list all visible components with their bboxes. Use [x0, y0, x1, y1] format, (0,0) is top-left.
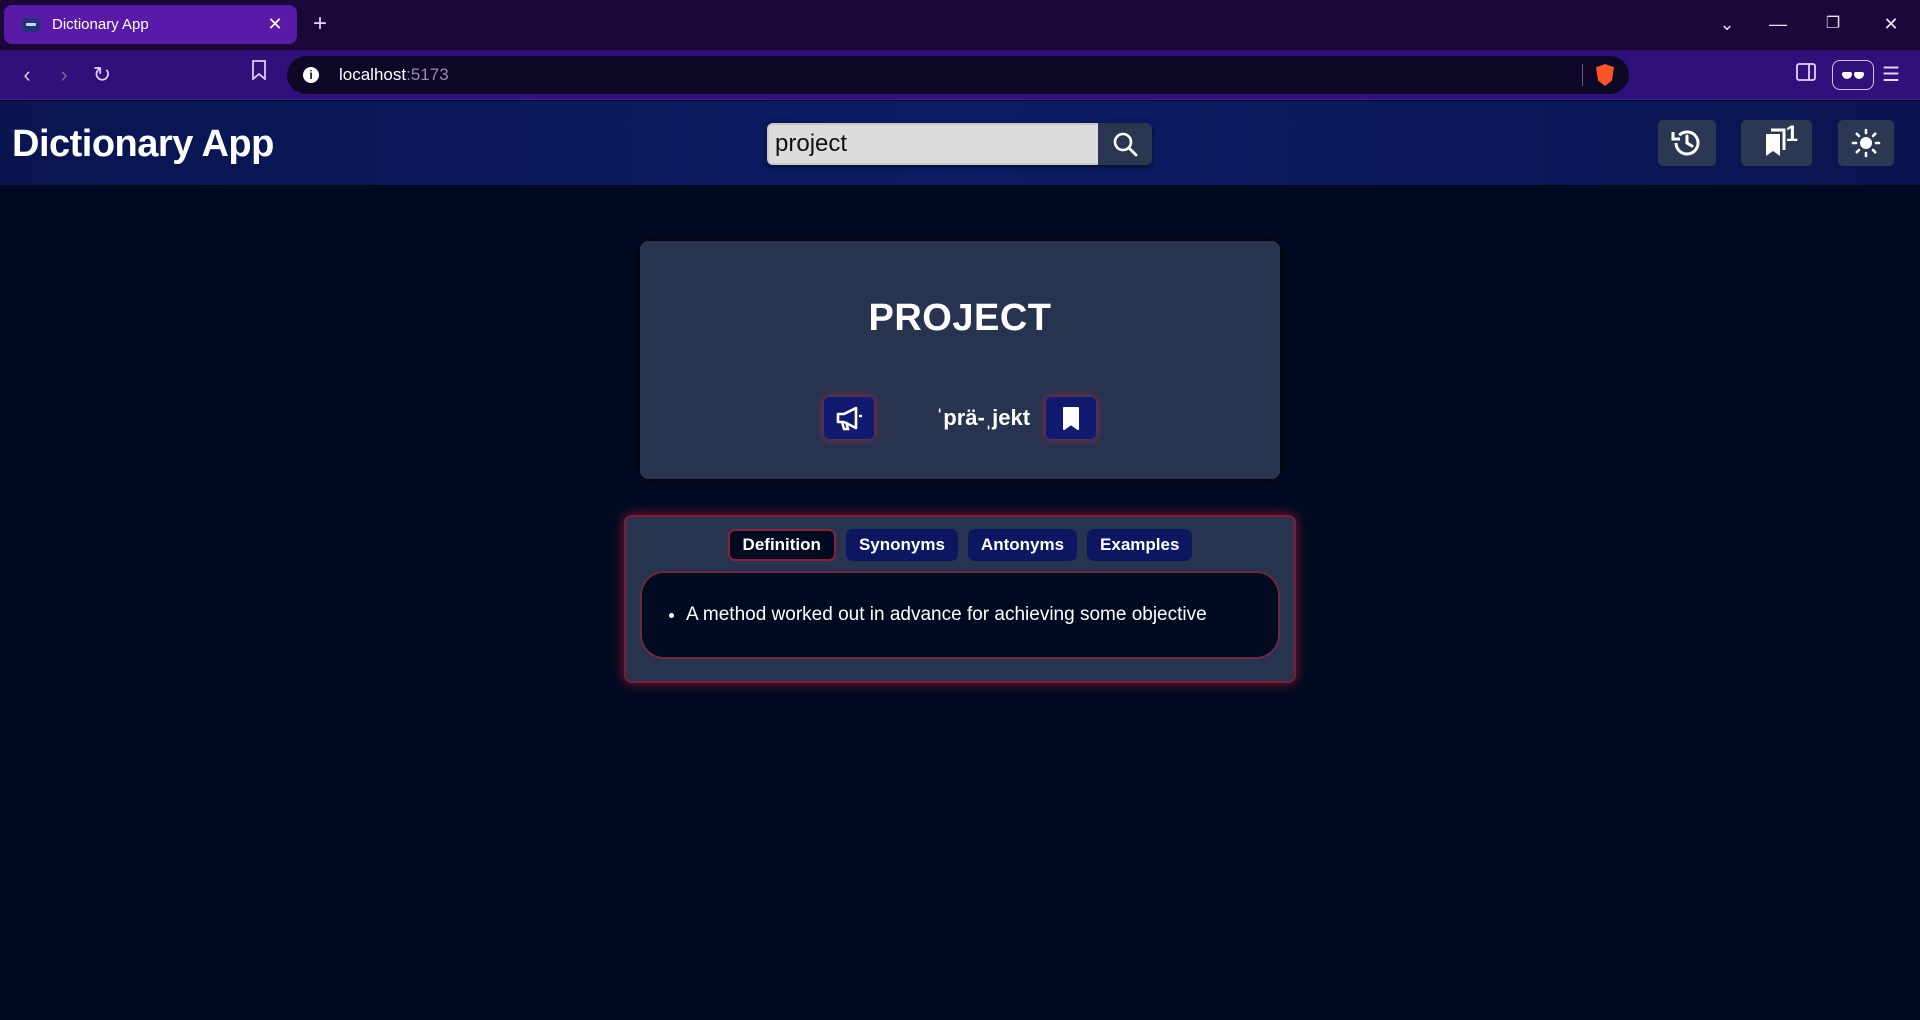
- pronounce-button[interactable]: [824, 397, 874, 439]
- sun-icon: [1851, 128, 1881, 158]
- tab-search-icon[interactable]: ⌄: [1712, 11, 1742, 37]
- favicon-icon: [22, 17, 40, 32]
- word-title: PROJECT: [868, 297, 1052, 339]
- restore-icon[interactable]: ❐: [1818, 11, 1848, 37]
- app-header: Dictionary App 1: [0, 101, 1920, 185]
- site-info-icon[interactable]: i: [303, 67, 319, 83]
- bookmark-count-badge: 1: [1785, 121, 1798, 146]
- tab-synonyms[interactable]: Synonyms: [845, 529, 958, 561]
- browser-tab[interactable]: Dictionary App ✕: [4, 5, 297, 44]
- minimize-icon[interactable]: —: [1763, 11, 1793, 37]
- app-title: Dictionary App: [12, 123, 274, 165]
- definition-list: A method worked out in advance for achie…: [686, 604, 1207, 626]
- window-close-icon[interactable]: ✕: [1876, 11, 1906, 37]
- close-tab-icon[interactable]: ✕: [265, 14, 285, 35]
- reload-icon[interactable]: ↻: [88, 62, 116, 88]
- back-icon[interactable]: ‹: [13, 62, 41, 88]
- url-divider: [1582, 64, 1583, 86]
- history-button[interactable]: [1658, 120, 1716, 166]
- private-window-icon[interactable]: [1832, 60, 1874, 90]
- meaning-panel: Definition Synonyms Antonyms Examples A …: [624, 515, 1296, 683]
- bookmark-word-button[interactable]: [1046, 397, 1096, 439]
- word-card: PROJECT ˈprä-ˌjekt: [640, 241, 1280, 479]
- search-input[interactable]: [767, 123, 1098, 165]
- bookmark-page-icon[interactable]: [245, 60, 273, 86]
- search-icon: [1113, 132, 1138, 157]
- tab-title: Dictionary App: [52, 16, 149, 33]
- definition-content: A method worked out in advance for achie…: [640, 571, 1280, 659]
- address-bar[interactable]: i localhost:5173: [287, 56, 1629, 94]
- phonetic-text: ˈprä-ˌjekt: [935, 405, 1031, 430]
- browser-toolbar: ‹ › ↻ i localhost:5173 ☰: [0, 50, 1920, 100]
- theme-toggle-button[interactable]: [1838, 120, 1894, 166]
- bookmarks-button[interactable]: 1: [1741, 120, 1812, 166]
- url-host: localhost: [339, 65, 407, 84]
- megaphone-icon: [836, 406, 862, 431]
- definition-item: A method worked out in advance for achie…: [686, 604, 1207, 626]
- new-tab-icon[interactable]: +: [313, 11, 327, 37]
- sidebar-icon[interactable]: [1796, 62, 1816, 88]
- history-icon: [1671, 130, 1700, 156]
- tab-definition[interactable]: Definition: [727, 529, 836, 561]
- menu-icon[interactable]: ☰: [1882, 62, 1900, 88]
- browser-tabbar: Dictionary App ✕ + ⌄ — ❐ ✕: [0, 0, 1920, 50]
- tab-antonyms[interactable]: Antonyms: [967, 529, 1078, 561]
- tab-examples[interactable]: Examples: [1087, 529, 1193, 561]
- bookmark-icon: [1063, 407, 1079, 430]
- forward-icon[interactable]: ›: [50, 62, 78, 88]
- brave-shields-icon[interactable]: [1596, 64, 1614, 86]
- meaning-tabs: Definition Synonyms Antonyms Examples: [626, 529, 1294, 561]
- url-port: :5173: [406, 65, 449, 84]
- search-bar: [767, 123, 1152, 165]
- search-button[interactable]: [1098, 123, 1152, 165]
